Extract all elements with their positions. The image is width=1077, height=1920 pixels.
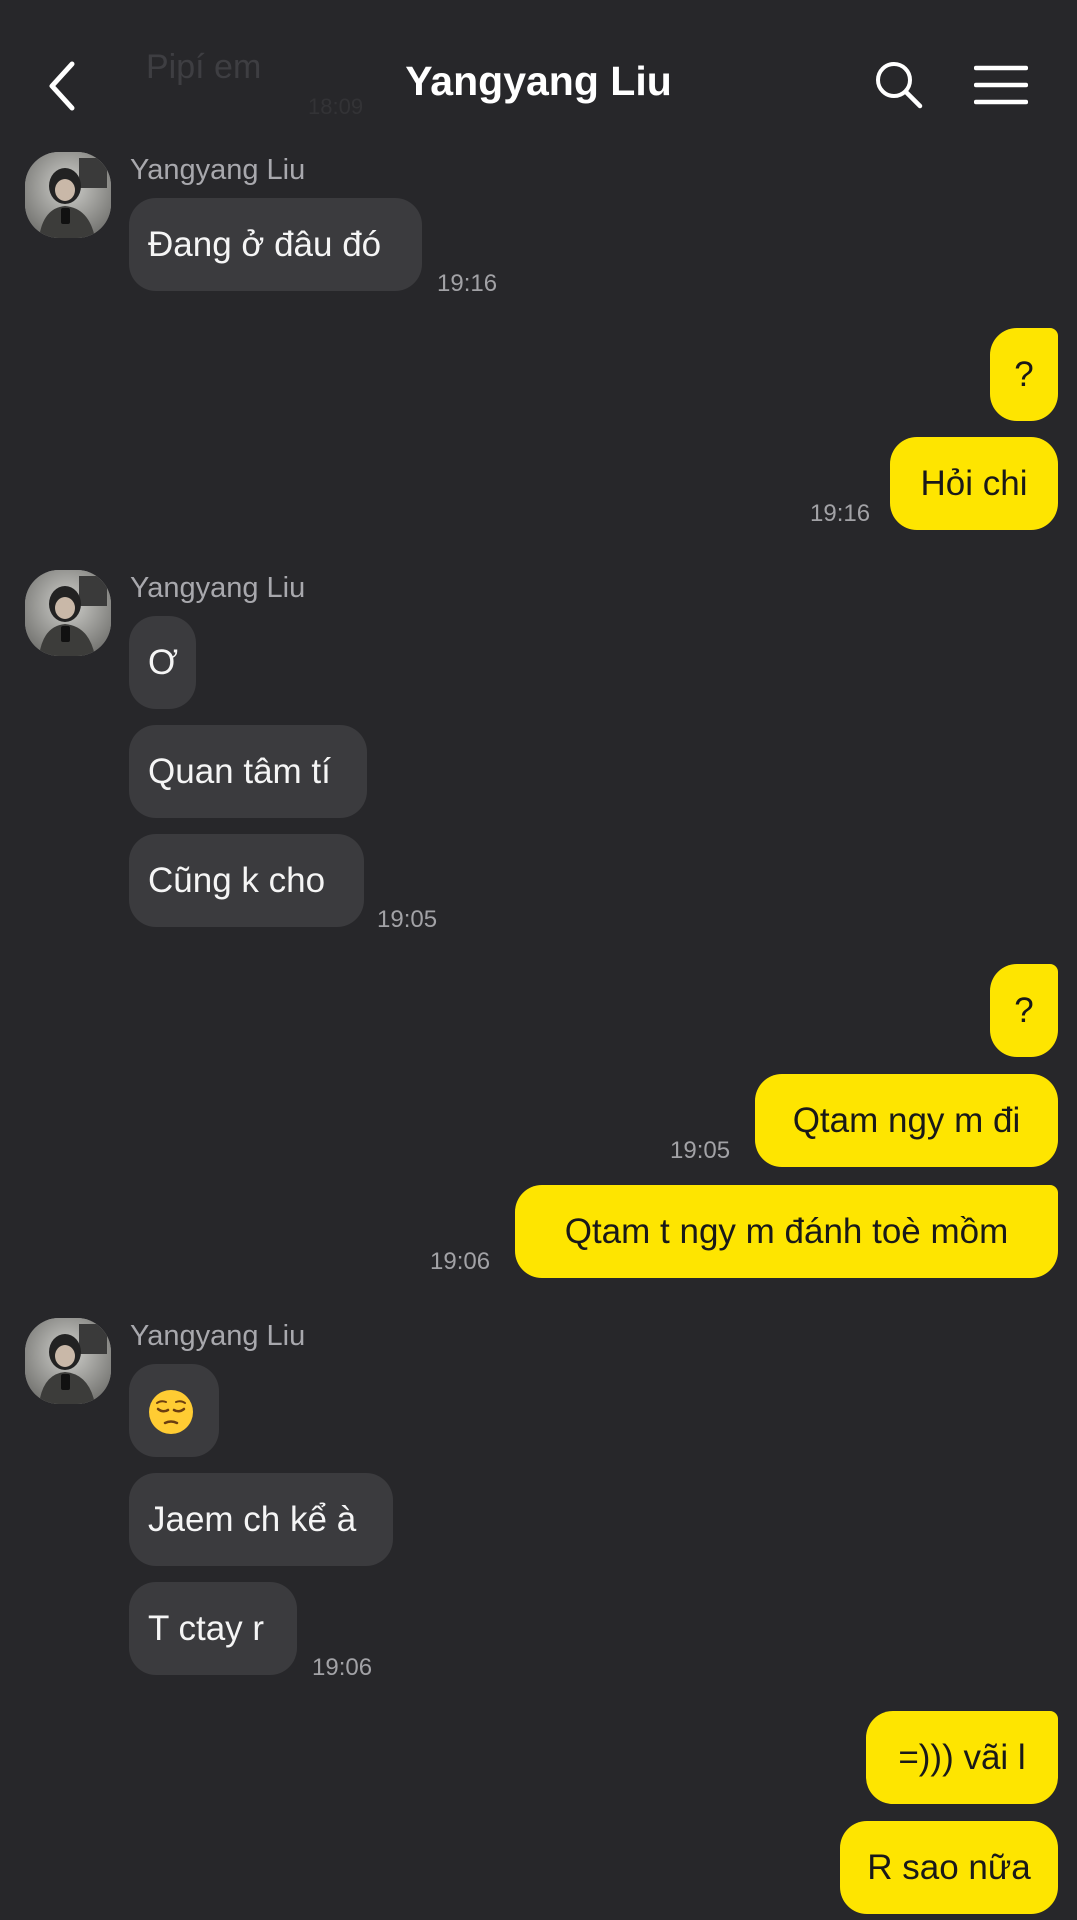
message-bubble-outgoing[interactable]: R sao nữa — [840, 1821, 1058, 1914]
message-time: 19:16 — [437, 270, 498, 297]
message-bubble-outgoing[interactable]: ? — [990, 328, 1058, 421]
message-bubble-outgoing[interactable]: Hỏi chi — [890, 437, 1058, 530]
message-bubble-incoming[interactable]: Ơ — [129, 616, 196, 709]
message-bubble-outgoing[interactable]: ? — [990, 964, 1058, 1057]
avatar[interactable] — [25, 152, 111, 238]
avatar[interactable] — [25, 570, 111, 656]
message-bubble-incoming[interactable]: Đang ở đâu đó — [129, 198, 422, 291]
message-time: 19:05 — [377, 906, 438, 933]
message-bubble-incoming[interactable]: Quan tâm tí — [129, 725, 367, 818]
message-bubble-incoming[interactable]: T ctay r — [129, 1582, 297, 1675]
search-icon — [876, 62, 923, 109]
sender-name: Yangyang Liu — [130, 154, 306, 186]
message-time: 19:05 — [670, 1137, 731, 1164]
message-bubble-outgoing[interactable]: =))) vãi l — [866, 1711, 1058, 1804]
avatar-image — [25, 152, 111, 238]
message-bubble-outgoing[interactable]: Qtam t ngy m đánh toè mồm — [515, 1185, 1058, 1278]
message-bubble-outgoing[interactable]: Qtam ngy m đi — [755, 1074, 1058, 1167]
message-bubble-incoming[interactable]: Cũng k cho — [129, 834, 364, 927]
message-time: 19:06 — [430, 1248, 491, 1275]
sender-name: Yangyang Liu — [130, 572, 306, 604]
message-bubble-incoming[interactable] — [129, 1364, 219, 1457]
sender-name: Yangyang Liu — [130, 1320, 306, 1352]
avatar-image — [25, 570, 111, 656]
message-time: 19:16 — [810, 500, 871, 527]
search-button[interactable] — [874, 60, 924, 115]
avatar-image — [25, 1318, 111, 1404]
menu-button[interactable] — [973, 64, 1029, 111]
message-bubble-incoming[interactable]: Jaem ch kể à — [129, 1473, 393, 1566]
avatar[interactable] — [25, 1318, 111, 1404]
message-time: 19:06 — [312, 1654, 373, 1681]
hamburger-menu-icon — [973, 65, 1029, 105]
pensive-face-emoji-icon — [149, 1390, 193, 1434]
